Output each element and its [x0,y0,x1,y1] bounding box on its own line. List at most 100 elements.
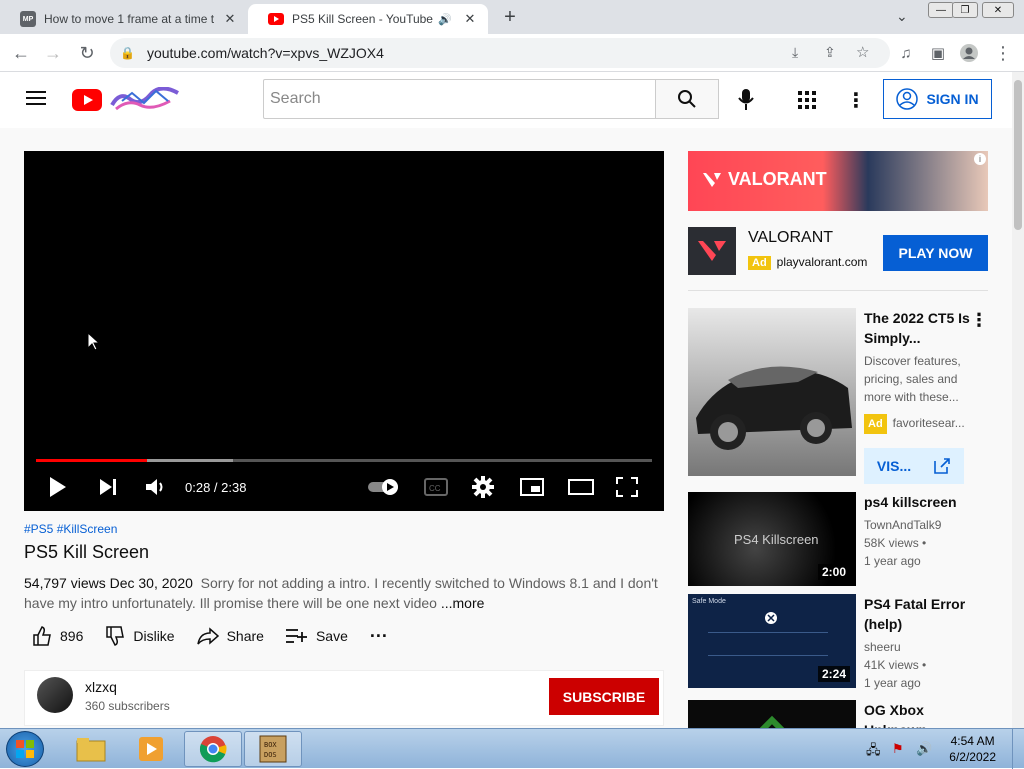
video-card[interactable]: Safe Mode 2:24 PS4 Fatal Error (help) sh… [688,594,988,690]
rec-channel[interactable]: sheeru [864,638,901,656]
video-description[interactable]: 54,797 views Dec 30, 2020 Sorry for not … [24,573,664,613]
url-text: youtube.com/watch?v=xpvs_WZJOX4 [146,45,384,61]
video-actions: 896 Dislike Share Save ··· [24,624,410,648]
tab-youtube[interactable]: PS5 Kill Screen - YouTube 🔊 ✕ [248,4,488,34]
save-label: Save [315,628,348,644]
page-scrollbar[interactable] [1012,72,1024,728]
voice-search-button[interactable] [738,89,754,111]
maximize-button[interactable]: ❐ [952,2,978,18]
play-now-button[interactable]: PLAY NOW [883,235,988,271]
captions-icon: CC [424,478,448,496]
close-window-button[interactable]: ✕ [982,2,1014,18]
youtube-logo[interactable] [72,87,180,113]
subscribe-button[interactable]: SUBSCRIBE [549,678,659,715]
video-thumbnail[interactable]: PS4 Killscreen 2:00 [688,492,856,586]
rec-title: OG Xbox Unknown [864,702,927,728]
share-button[interactable]: Share [196,627,264,645]
like-button[interactable]: 896 [32,626,83,646]
volume-button[interactable] [145,473,167,501]
video-thumbnail[interactable]: Safe Mode 2:24 [688,594,856,688]
sign-in-button[interactable]: SIGN IN [883,79,992,119]
volume-tray-icon[interactable]: 🔊 [916,741,932,757]
network-icon[interactable]: 🖧 [866,741,881,763]
youtube-header: Search ⋮ SIGN IN [0,72,1012,128]
search-input[interactable]: Search [263,79,656,119]
video-thumbnail[interactable] [688,700,856,728]
rec-title: PS4 Fatal Error (help) [864,596,966,632]
settings-more-icon[interactable]: ⋮ [846,88,866,113]
install-icon[interactable]: ⤓ [792,44,798,61]
doodle-icon [110,87,179,111]
save-button[interactable]: Save [285,628,348,644]
tab-title: PS5 Kill Screen - YouTube [292,12,433,26]
profile-icon[interactable] [958,43,980,63]
media-control-icon[interactable]: ♫ [895,43,917,63]
minimize-button[interactable]: — [928,2,954,18]
video-player[interactable]: 0:28 / 2:38 CC [24,151,664,511]
hamburger-menu-icon[interactable] [26,90,46,106]
rec-more-icon[interactable]: ⋮ [970,310,988,331]
apps-grid-icon[interactable] [798,91,816,109]
autoplay-toggle[interactable] [368,473,402,501]
channel-avatar[interactable] [37,677,73,713]
forward-icon[interactable]: → [42,43,64,63]
close-tab-icon[interactable]: ✕ [222,11,238,27]
share-label: Share [226,628,264,644]
next-button[interactable] [98,473,118,501]
car-thumbnail[interactable] [688,308,856,476]
dislike-button[interactable]: Dislike [105,626,175,646]
chrome-menu-icon[interactable]: ⋮ [992,43,1014,63]
settings-button[interactable] [472,473,494,501]
show-desktop-button[interactable] [1012,729,1024,769]
address-bar[interactable]: 🔒 youtube.com/watch?v=xpvs_WZJOX4 ⤓ ⇪ ☆ [110,38,890,68]
video-card[interactable]: PS4 Killscreen 2:00 ps4 killscreen TownA… [688,492,988,586]
captions-button[interactable]: CC [424,473,448,501]
channel-name[interactable]: xlzxq [85,679,117,695]
bookmark-star-icon[interactable]: ☆ [856,43,869,61]
lock-icon[interactable]: 🔒 [120,46,135,60]
share-icon[interactable]: ⇪ [824,44,836,61]
video-card[interactable]: OG Xbox Unknown [688,700,988,728]
ad-banner-text: VALORANT [728,169,827,189]
side-panel-icon[interactable]: ▣ [927,43,949,63]
close-tab-icon[interactable]: ✕ [462,11,478,27]
search-button[interactable] [655,79,719,119]
taskbar-explorer[interactable] [62,731,120,767]
start-button[interactable] [6,731,44,767]
play-button[interactable] [48,473,68,501]
thumbs-down-icon [106,626,125,646]
show-more-link[interactable]: ...more [441,595,485,611]
taskbar-media-player[interactable] [122,731,180,767]
tab-frame-by-frame[interactable]: MP How to move 1 frame at a time t ✕ [0,4,248,34]
progress-bar[interactable] [36,459,652,462]
ad-info-icon[interactable]: i [974,153,986,165]
new-tab-button[interactable]: + [500,6,520,28]
taskbar-chrome[interactable] [184,731,242,767]
tab-search-icon[interactable]: ⌄ [896,8,908,25]
sponsored-card[interactable]: The 2022 CT5 Is Simply... ⋮ Discover fea… [688,308,988,484]
fullscreen-button[interactable] [616,473,638,501]
autoplay-icon [368,479,398,495]
system-clock[interactable]: 4:54 AM 6/2/2022 [949,733,996,765]
reload-icon[interactable]: ↻ [76,43,98,63]
more-actions-button[interactable]: ··· [370,626,388,647]
channel-row: xlzxq 360 subscribers SUBSCRIBE [24,670,664,726]
audio-playing-icon[interactable]: 🔊 [438,13,452,26]
video-hashtags[interactable]: #PS5 #KillScreen [24,522,117,536]
miniplayer-button[interactable] [520,473,544,501]
theater-icon [568,479,594,495]
ad-logo[interactable] [688,227,736,275]
visit-button[interactable]: VIS... [864,448,964,484]
rec-channel[interactable]: TownAndTalk9 [864,516,941,534]
back-icon[interactable]: ← [10,43,32,63]
ad-banner[interactable]: VALORANT i [688,151,988,211]
taskbar-dosbox[interactable]: BOX DOS [244,731,302,767]
theater-mode-button[interactable] [568,473,594,501]
action-center-icon[interactable]: ⚑ [892,741,904,757]
duration-badge: 2:24 [817,666,850,682]
miniplayer-icon [520,478,544,496]
scrollbar-thumb[interactable] [1014,80,1022,230]
svg-text:CC: CC [429,484,441,493]
ad-badge: Ad [864,414,887,434]
thumbnail-text: Safe Mode [692,598,726,605]
